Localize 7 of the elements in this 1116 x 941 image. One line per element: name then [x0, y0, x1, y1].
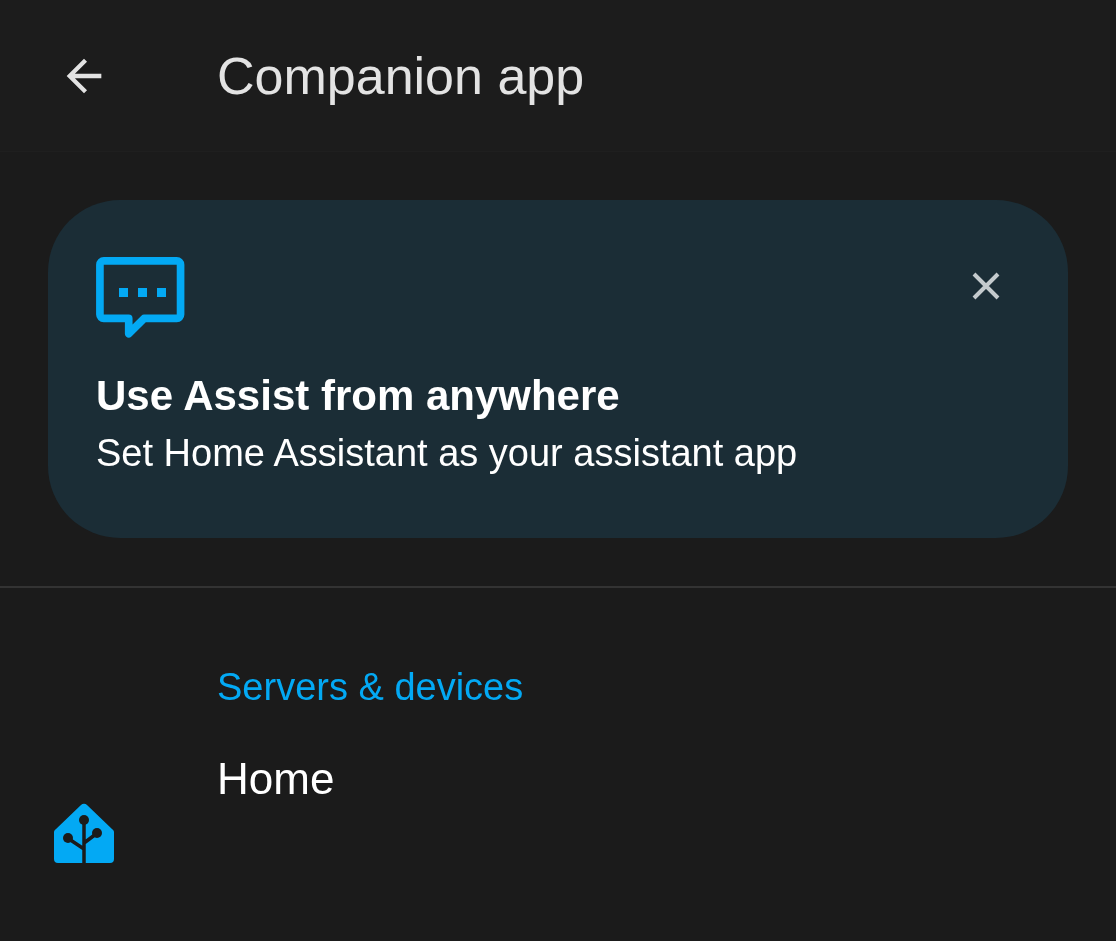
- banner-title: Use Assist from anywhere: [96, 373, 621, 420]
- banner-subtitle: Set Home Assistant as your assistant app: [96, 433, 799, 475]
- section-header: Servers & devices: [216, 668, 525, 706]
- server-item[interactable]: Home: [217, 746, 335, 812]
- banner-card[interactable]: Use Assist from anywhere Set Home Assistant as your assistant app: [48, 200, 1068, 538]
- page-title: Companion app: [217, 45, 585, 107]
- house-icon: [54, 803, 114, 863]
